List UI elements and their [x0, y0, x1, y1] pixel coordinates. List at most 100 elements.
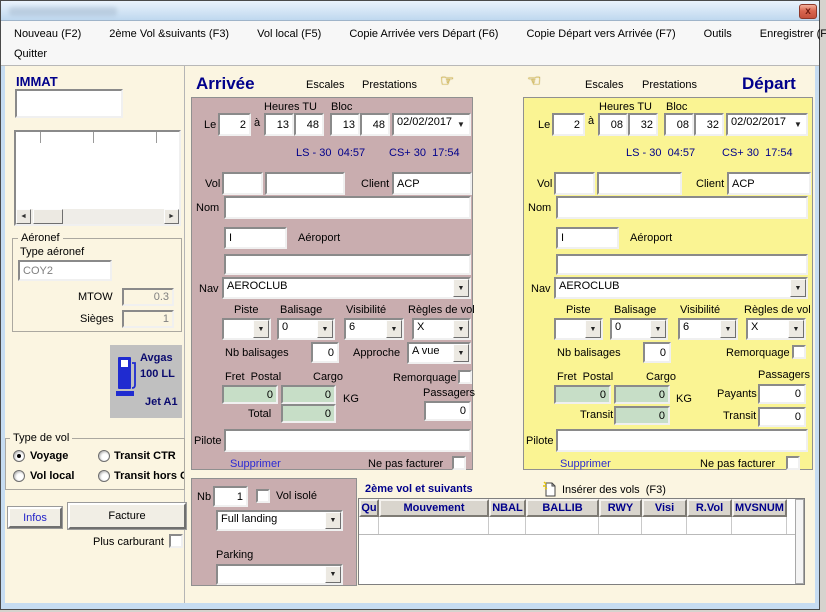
arrivee-aeroport-name-input[interactable]: [224, 254, 471, 275]
chevron-down-icon[interactable]: ▼: [585, 320, 601, 338]
arrivee-vol-input-2[interactable]: [265, 172, 345, 195]
depart-nb-balisages-input[interactable]: [643, 342, 671, 363]
depart-vol-input-2[interactable]: [597, 172, 682, 195]
chevron-down-icon[interactable]: ▼: [325, 512, 341, 529]
new-document-icon[interactable]: [543, 481, 557, 497]
nb-input[interactable]: [213, 486, 248, 507]
grid-header-rvol[interactable]: R.Vol: [687, 499, 732, 517]
title-bar[interactable]: x: [1, 1, 819, 21]
arrivee-piste-combobox[interactable]: ▼: [222, 318, 271, 340]
type-aeronef-input[interactable]: [18, 260, 112, 281]
menu-outils[interactable]: Outils: [701, 27, 735, 41]
grid-header-ballib[interactable]: BALLIB: [526, 499, 599, 517]
grid-header-nbal[interactable]: NBAL: [489, 499, 526, 517]
grid-vscrollbar[interactable]: [795, 499, 804, 584]
depart-piste-combobox[interactable]: ▼: [554, 318, 603, 340]
arrivee-nav-combobox[interactable]: AEROCLUB ▼: [222, 277, 471, 299]
depart-ne-pas-facturer-checkbox[interactable]: [786, 456, 800, 470]
parking-combobox[interactable]: ▼: [216, 564, 343, 585]
radio-voyage[interactable]: [13, 450, 25, 462]
radio-vol-local[interactable]: [13, 470, 25, 482]
inserer-des-vols-link[interactable]: Insérer des vols (F3): [562, 484, 666, 496]
chevron-down-icon[interactable]: ▼: [790, 115, 806, 134]
depart-day-input[interactable]: [552, 113, 585, 136]
arrivee-remorquage-checkbox[interactable]: [458, 370, 472, 384]
arrivee-nom-input[interactable]: [224, 196, 471, 219]
scroll-left-icon[interactable]: ◄: [16, 209, 31, 224]
menu-copie-arrivee-vers-depart[interactable]: Copie Arrivée vers Départ (F6): [346, 27, 501, 41]
chevron-down-icon[interactable]: ▼: [317, 320, 333, 338]
depart-transit-input[interactable]: [758, 407, 806, 427]
facture-button[interactable]: Facture: [68, 503, 186, 529]
arrivee-hour-input[interactable]: [264, 113, 294, 136]
depart-balisage-combobox[interactable]: 0 ▼: [610, 318, 668, 340]
plus-carburant-checkbox[interactable]: [169, 534, 183, 548]
arrivee-aeroport-code-input[interactable]: [224, 227, 287, 249]
arrivee-passagers-input[interactable]: [424, 401, 471, 421]
menu-enregistrer[interactable]: Enregistrer (F8): [757, 27, 826, 41]
radio-transit-ctr[interactable]: [98, 450, 110, 462]
depart-bloc-minute-input[interactable]: [694, 113, 724, 136]
chevron-down-icon[interactable]: ▼: [386, 320, 402, 338]
menu-copie-depart-vers-arrivee[interactable]: Copie Départ vers Arrivée (F7): [523, 27, 678, 41]
chevron-down-icon[interactable]: ▼: [453, 279, 469, 297]
depart-vol-input-1[interactable]: [554, 172, 595, 195]
depart-nom-input[interactable]: [556, 196, 808, 219]
depart-payants-input[interactable]: [758, 384, 806, 404]
arrivee-ne-pas-facturer-checkbox[interactable]: [452, 456, 466, 470]
menu-quitter[interactable]: Quitter: [11, 47, 50, 61]
chevron-down-icon[interactable]: ▼: [788, 320, 804, 338]
infos-button[interactable]: Infos: [8, 507, 62, 528]
depart-supprimer-link[interactable]: Supprimer: [560, 458, 611, 470]
arrivee-pilote-input[interactable]: [224, 429, 471, 452]
arrivee-bloc-hour-input[interactable]: [330, 113, 360, 136]
chevron-down-icon[interactable]: ▼: [325, 566, 341, 583]
grid-header-rwy[interactable]: RWY: [599, 499, 642, 517]
arrivee-approche-combobox[interactable]: A vue ▼: [407, 342, 471, 364]
arrivee-day-input[interactable]: [218, 113, 251, 136]
close-button[interactable]: x: [799, 4, 817, 19]
depart-escales-link[interactable]: Escales: [585, 79, 624, 91]
depart-bloc-hour-input[interactable]: [664, 113, 694, 136]
arrivee-date-picker[interactable]: 02/02/2017 ▼: [392, 113, 471, 136]
radio-transit-hors-ctr[interactable]: [98, 470, 110, 482]
arrivee-supprimer-link[interactable]: Supprimer: [230, 458, 281, 470]
grid-header-mouvement[interactable]: Mouvement: [379, 499, 489, 517]
depart-remorquage-checkbox[interactable]: [792, 345, 806, 359]
depart-minute-input[interactable]: [628, 113, 658, 136]
depart-pilote-input[interactable]: [556, 429, 808, 452]
arrivee-bloc-minute-input[interactable]: [360, 113, 390, 136]
chevron-down-icon[interactable]: ▼: [453, 344, 469, 362]
menu-vol-local[interactable]: Vol local (F5): [254, 27, 324, 41]
arrivee-escales-link[interactable]: Escales: [306, 79, 345, 91]
arrivee-client-input[interactable]: [392, 172, 472, 195]
listbox-hscrollbar[interactable]: ◄ ►: [16, 209, 179, 224]
depart-regles-combobox[interactable]: X ▼: [746, 318, 806, 340]
grid-empty-row[interactable]: [359, 517, 804, 535]
chevron-down-icon[interactable]: ▼: [453, 320, 469, 338]
chevron-down-icon[interactable]: ▼: [720, 320, 736, 338]
chevron-down-icon[interactable]: ▼: [453, 115, 469, 134]
grid-header-mvsnum[interactable]: MVSNUM: [732, 499, 787, 517]
arrivee-prestations-link[interactable]: Prestations: [362, 79, 417, 91]
depart-date-picker[interactable]: 02/02/2017 ▼: [726, 113, 808, 136]
arrivee-balisage-combobox[interactable]: 0 ▼: [277, 318, 335, 340]
immat-input[interactable]: [15, 89, 123, 118]
depart-hour-input[interactable]: [598, 113, 628, 136]
aircraft-listbox[interactable]: ◄ ►: [14, 130, 181, 226]
depart-aeroport-name-input[interactable]: [556, 254, 808, 275]
arrivee-regles-combobox[interactable]: X ▼: [412, 318, 471, 340]
menu-2eme-vol-suivants[interactable]: 2ème Vol &suivants (F3): [106, 27, 232, 41]
scroll-right-icon[interactable]: ►: [164, 209, 179, 224]
menu-nouveau[interactable]: Nouveau (F2): [11, 27, 84, 41]
depart-visibilite-combobox[interactable]: 6 ▼: [678, 318, 738, 340]
depart-client-input[interactable]: [727, 172, 811, 195]
chevron-down-icon[interactable]: ▼: [650, 320, 666, 338]
arrivee-nb-balisages-input[interactable]: [311, 342, 339, 363]
grid-header-qu[interactable]: Qu: [359, 499, 379, 517]
depart-nav-combobox[interactable]: AEROCLUB ▼: [554, 277, 808, 299]
depart-prestations-link[interactable]: Prestations: [642, 79, 697, 91]
arrivee-minute-input[interactable]: [294, 113, 324, 136]
chevron-down-icon[interactable]: ▼: [790, 279, 806, 297]
scrollbar-thumb[interactable]: [33, 209, 63, 224]
